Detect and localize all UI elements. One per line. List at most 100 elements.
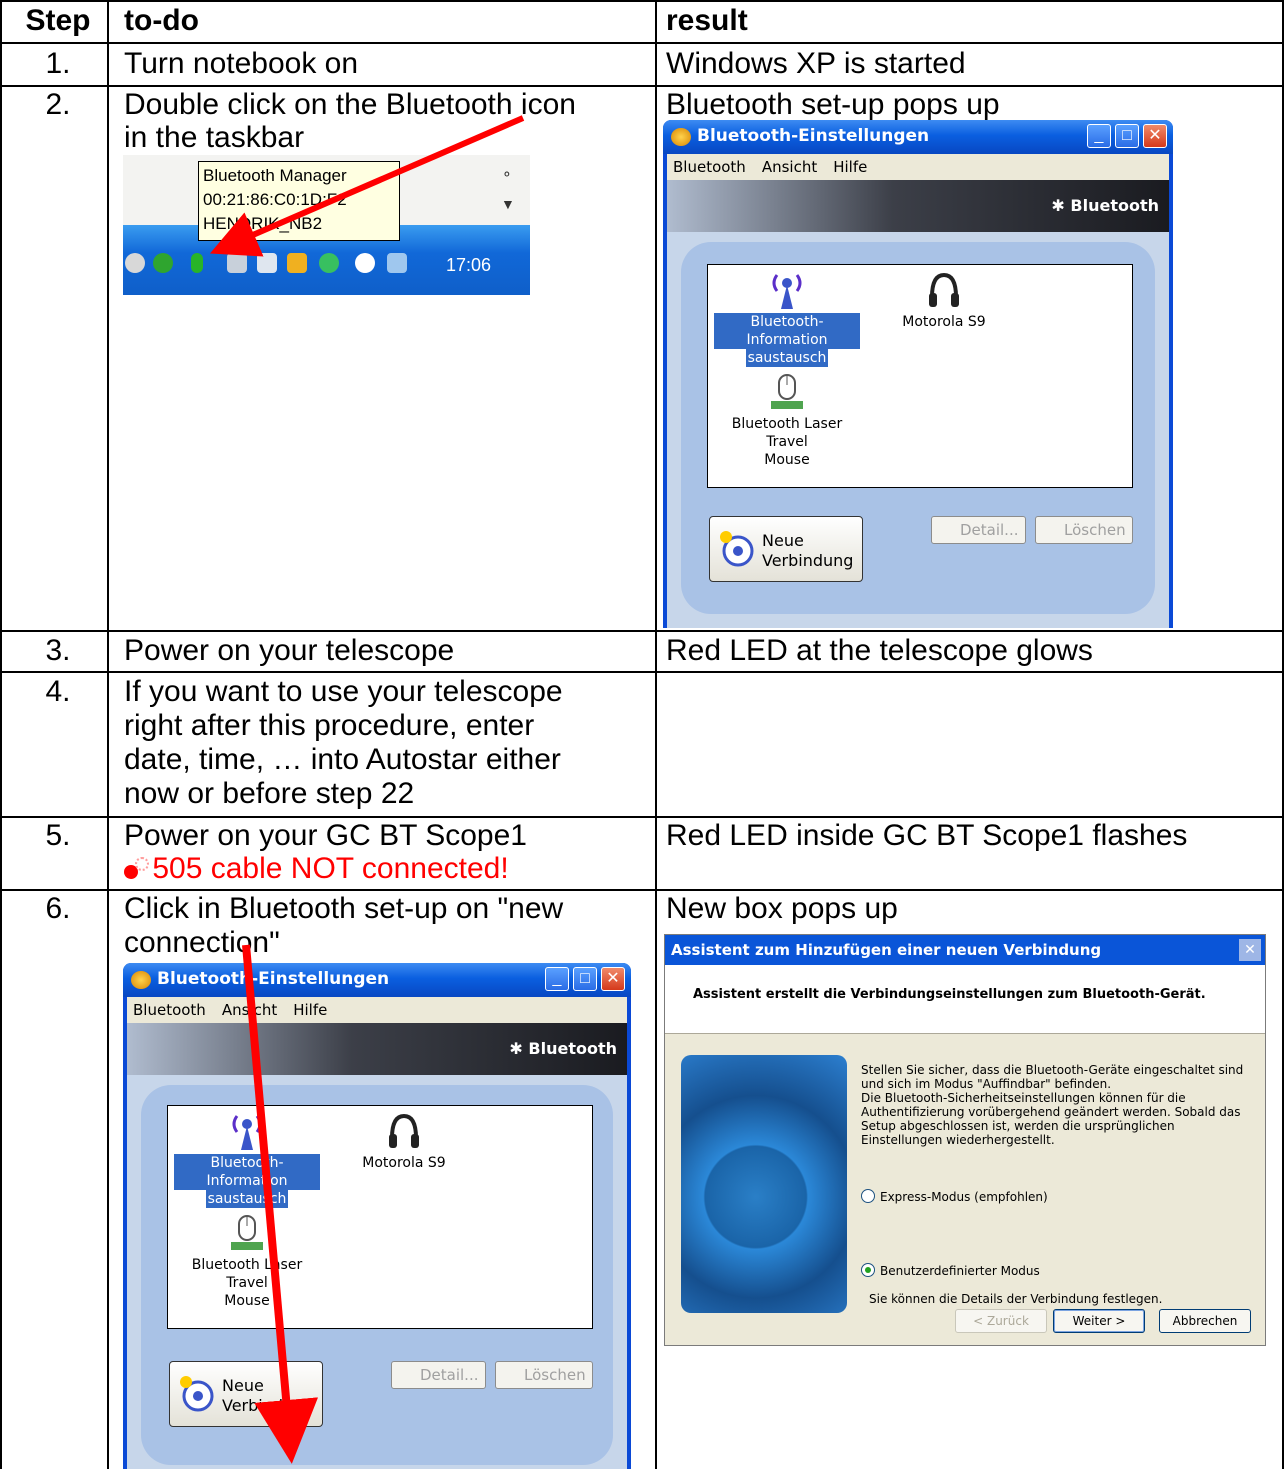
delete-button[interactable]: Löschen — [495, 1361, 593, 1389]
result-text: Windows XP is started — [666, 47, 966, 80]
detail-button[interactable]: Detail... — [391, 1361, 486, 1389]
device-label: Bluetooth-Information — [714, 313, 860, 349]
bluetooth-app-icon — [131, 971, 151, 989]
todo-text: right after this procedure, enter — [124, 709, 535, 742]
result-text: Red LED inside GC BT Scope1 flashes — [666, 819, 1188, 852]
step-number: 1. — [45, 47, 71, 80]
window-titlebar[interactable]: Bluetooth-Einstellungen _ □ ✕ — [663, 120, 1173, 154]
tray-icon[interactable] — [355, 253, 375, 273]
next-button[interactable]: Weiter > — [1053, 1309, 1145, 1333]
mouse-icon — [771, 374, 803, 409]
row-divider — [0, 85, 1284, 87]
wizard-header: Assistent erstellt die Verbindungseinste… — [665, 965, 1265, 1034]
cancel-button[interactable]: Abbrechen — [1159, 1309, 1251, 1333]
taskbar-screenshot: Bluetooth Manager 00:21:86:C0:1D:F2 HEND… — [123, 155, 530, 295]
mouse-icon — [231, 1215, 263, 1250]
bluetooth-brand: ✱ Bluetooth — [1051, 196, 1159, 215]
window-titlebar[interactable]: Bluetooth-Einstellungen _ □ ✕ — [123, 963, 631, 997]
monitor-icon[interactable] — [387, 253, 407, 273]
bluetooth-banner: ✱ Bluetooth — [127, 1023, 627, 1075]
minimize-button[interactable]: _ — [1087, 124, 1111, 148]
brand-text: Bluetooth — [528, 1039, 617, 1058]
close-button[interactable]: ✕ — [601, 967, 625, 991]
new-connection-icon — [180, 1376, 214, 1412]
row-divider — [0, 630, 1284, 632]
result-text: New box pops up — [666, 892, 898, 925]
device-label: Motorola S9 — [902, 314, 986, 330]
antenna-icon — [232, 1115, 262, 1150]
device-info-exchange[interactable]: Bluetooth-Information saustausch — [714, 271, 860, 367]
table-divider-result — [655, 0, 657, 1469]
menu-view[interactable]: Ansicht — [762, 158, 817, 176]
radio-icon — [861, 1189, 875, 1203]
delete-button[interactable]: Löschen — [1035, 516, 1133, 544]
back-button[interactable]: < Zurück — [955, 1309, 1047, 1333]
bluetooth-app-icon — [671, 128, 691, 146]
wizard-title[interactable]: Assistent zum Hinzufügen einer neuen Ver… — [665, 935, 1265, 965]
scroll-arrows[interactable]: ⚬ ▼ — [501, 159, 515, 219]
device-label: Mouse — [764, 452, 810, 468]
wizard-description: Stellen Sie sicher, dass die Bluetooth-G… — [861, 1063, 1244, 1147]
step-number: 6. — [45, 892, 71, 925]
todo-text: Power on your GC BT Scope1 — [124, 819, 527, 852]
device-label: Motorola S9 — [362, 1155, 446, 1171]
detail-button[interactable]: Detail... — [931, 516, 1026, 544]
device-list: Bluetooth-Information saustausch Motorol… — [707, 264, 1133, 488]
window-title: Bluetooth-Einstellungen — [157, 969, 390, 989]
add-connection-wizard: Assistent zum Hinzufügen einer neuen Ver… — [664, 934, 1266, 1346]
device-label: Mouse — [224, 1293, 270, 1309]
network-icon[interactable] — [227, 253, 247, 273]
radio-icon — [861, 1263, 875, 1277]
todo-text: If you want to use your telescope — [124, 675, 563, 708]
warning-text: 505 cable NOT connected! — [124, 852, 509, 886]
maximize-button[interactable]: □ — [573, 967, 597, 991]
new-connection-button[interactable]: Neue Verbindung — [169, 1361, 323, 1427]
express-mode-radio[interactable]: Express-Modus (empfohlen) — [861, 1189, 1048, 1204]
new-connection-button[interactable]: Neue Verbindung — [709, 516, 863, 582]
bluetooth-brand: ✱ Bluetooth — [509, 1039, 617, 1058]
step-number: 2. — [45, 88, 71, 121]
row-divider — [0, 816, 1284, 818]
tooltip-line: Bluetooth Manager — [203, 166, 347, 185]
device-mouse[interactable]: Bluetooth Laser Travel Mouse — [174, 1214, 320, 1310]
device-label: Bluetooth Laser Travel — [731, 416, 843, 450]
new-connection-icon — [720, 531, 754, 567]
tray-icon[interactable] — [319, 253, 339, 273]
maximize-button[interactable]: □ — [1115, 124, 1139, 148]
device-mouse[interactable]: Bluetooth Laser Travel Mouse — [714, 373, 860, 469]
result-text: Red LED at the telescope glows — [666, 634, 1093, 667]
step-number: 3. — [45, 634, 71, 667]
close-button[interactable]: ✕ — [1143, 124, 1167, 148]
power-icon[interactable] — [287, 253, 307, 273]
tools-icon[interactable] — [257, 253, 277, 273]
custom-mode-radio[interactable]: Benutzerdefinierter Modus — [861, 1263, 1040, 1278]
header-step: Step — [25, 4, 91, 37]
todo-text: Turn notebook on — [124, 47, 359, 80]
tray-icon[interactable] — [125, 253, 145, 273]
header-todo: to-do — [124, 4, 199, 37]
wizard-heading: Assistent erstellt die Verbindungseinste… — [693, 987, 1206, 1002]
tooltip-line: HENDRIK_NB2 — [203, 214, 323, 233]
menu-view[interactable]: Ansicht — [222, 1001, 277, 1019]
device-headset[interactable]: Motorola S9 — [884, 271, 1004, 331]
todo-text: date, time, … into Autostar either — [124, 743, 561, 776]
headset-icon — [389, 1113, 419, 1148]
bluetooth-icon[interactable] — [191, 253, 203, 273]
close-button[interactable]: ✕ — [1239, 939, 1261, 961]
menu-bluetooth[interactable]: Bluetooth — [673, 158, 746, 176]
menu-bluetooth[interactable]: Bluetooth — [133, 1001, 206, 1019]
table-border-top — [0, 0, 1284, 2]
custom-mode-description: Sie können die Details der Verbindung fe… — [869, 1292, 1163, 1306]
minimize-button[interactable]: _ — [545, 967, 569, 991]
device-info-exchange[interactable]: Bluetooth-Information saustausch — [174, 1112, 320, 1208]
menu-help[interactable]: Hilfe — [293, 1001, 327, 1019]
table-divider-step — [107, 0, 109, 1469]
tray-icon[interactable] — [153, 253, 173, 273]
antenna-icon — [772, 274, 802, 309]
window-body: Bluetooth-Information saustausch Motorol… — [127, 1075, 627, 1469]
todo-text: Click in Bluetooth set-up on "new — [124, 892, 564, 925]
step-number: 5. — [45, 819, 71, 852]
bluetooth-banner: ✱ Bluetooth — [667, 180, 1169, 232]
menu-help[interactable]: Hilfe — [833, 158, 867, 176]
device-headset[interactable]: Motorola S9 — [344, 1112, 464, 1172]
